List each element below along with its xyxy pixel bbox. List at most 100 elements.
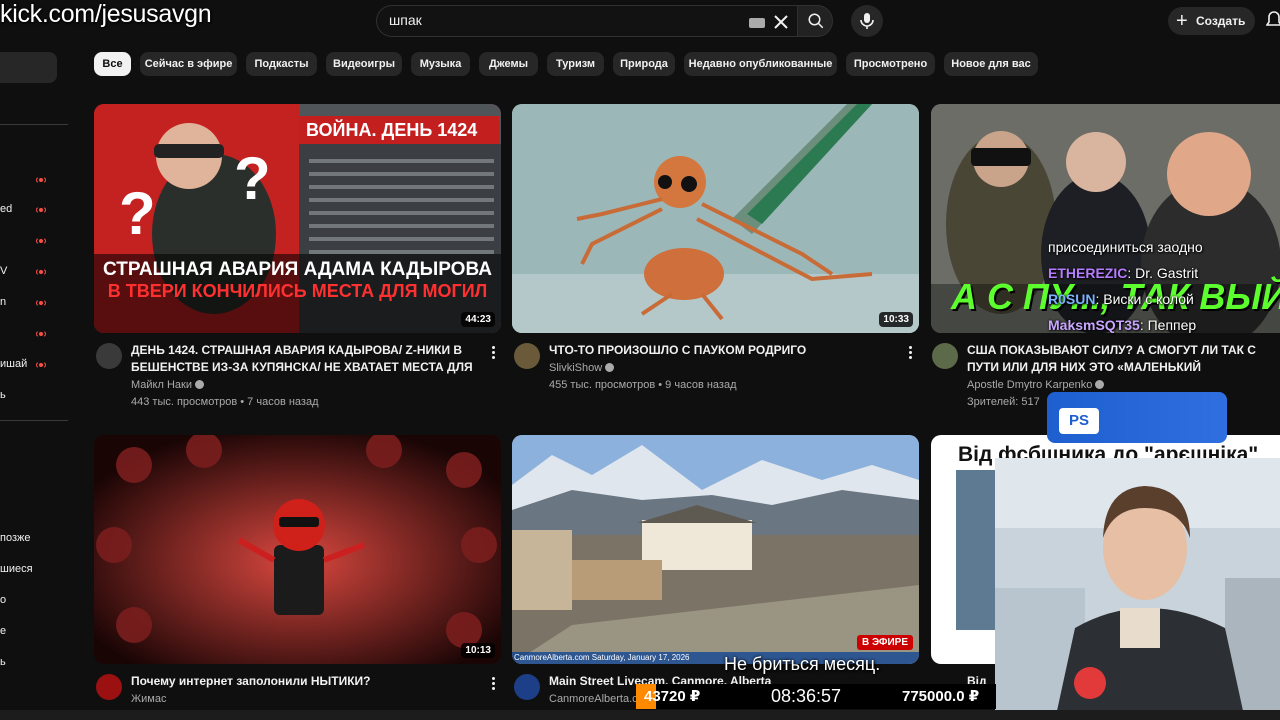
live-indicator-icon <box>36 237 46 245</box>
donation-amount-right: 775000.0 ₽ <box>902 688 980 705</box>
thumbnail-image <box>94 435 501 664</box>
more-options-icon[interactable] <box>492 346 496 361</box>
live-indicator-icon <box>36 206 46 214</box>
live-indicator-icon <box>36 299 46 307</box>
chip-tourism[interactable]: Туризм <box>547 52 604 76</box>
channel-name[interactable]: SlivkiShow <box>549 360 615 377</box>
chip-nature[interactable]: Природа <box>613 52 675 76</box>
sidebar-item-liked[interactable]: шиеся <box>0 563 33 575</box>
sidebar-item-watch-later[interactable]: позже <box>0 532 30 544</box>
video-duration: 10:33 <box>879 312 913 327</box>
video-meta: 455 тыс. просмотров • 9 часов назад <box>549 379 737 391</box>
more-options-icon[interactable] <box>492 677 496 692</box>
chat-message: MaksmSQT35: Пеппер <box>1048 312 1280 338</box>
thumbnail-image <box>512 435 919 664</box>
stream-timer: 08:36:57 <box>771 686 842 706</box>
svg-text:?: ? <box>119 180 156 247</box>
video-meta: 443 тыс. просмотров • 7 часов назад <box>131 396 319 408</box>
keyboard-icon[interactable] <box>749 18 765 28</box>
playstation-badge: PS <box>1047 392 1227 443</box>
svg-text:?: ? <box>234 145 271 212</box>
video-thumbnail[interactable]: ? ? ВОЙНА. ДЕНЬ 1424 СТРАШНАЯ АВАРИЯ АДА… <box>94 104 501 333</box>
chip-watched[interactable]: Просмотрено <box>846 52 935 76</box>
more-options-icon[interactable] <box>909 346 913 361</box>
chip-jams[interactable]: Джемы <box>479 52 538 76</box>
chat-text: : Dr. Gastrit <box>1127 265 1199 281</box>
chat-username: ETHEREZIC <box>1048 265 1128 281</box>
video-title[interactable]: ДЕНЬ 1424. СТРАШНАЯ АВАРИЯ КАДЫРОВА/ Z-Н… <box>131 342 477 376</box>
webcam-image <box>995 458 1280 720</box>
create-label: Создать <box>1196 14 1246 28</box>
chat-username: MaksmSQT35 <box>1048 317 1140 333</box>
channel-name-text: SlivkiShow <box>549 362 603 374</box>
live-indicator-icon <box>36 268 46 276</box>
channel-avatar[interactable] <box>96 343 122 369</box>
stream-subtitle: Не бриться месяц. <box>724 654 881 674</box>
thumbnail-headline: В ТВЕРИ КОНЧИЛИСЬ МЕСТА ДЛЯ МОГИЛ <box>107 281 488 301</box>
sidebar-divider <box>0 124 68 125</box>
chip-new-for-you[interactable]: Новое для вас <box>944 52 1038 76</box>
chip-live-now[interactable]: Сейчас в эфире <box>140 52 237 76</box>
search-input[interactable] <box>389 12 729 28</box>
stream-chat: присоединиться заодно ETHEREZIC: Dr. Gas… <box>1048 234 1280 338</box>
sidebar-item[interactable]: ь <box>0 656 6 668</box>
create-button[interactable]: + Создать <box>1168 7 1255 35</box>
channel-name[interactable]: Жимас <box>131 691 166 708</box>
video-title[interactable]: ЧТО-ТО ПРОИЗОШЛО С ПАУКОМ РОДРИГО <box>549 342 895 359</box>
live-indicator-icon <box>36 361 46 369</box>
sidebar-subscription-item[interactable]: V <box>0 265 7 277</box>
microphone-icon <box>860 13 874 29</box>
sidebar-show-more[interactable]: ь <box>0 389 6 401</box>
sidebar-item[interactable]: о <box>0 594 6 606</box>
sidebar-subscription-item[interactable]: ed <box>0 203 12 215</box>
chat-text: присоединиться заодно <box>1048 239 1203 255</box>
search-icon <box>808 13 824 29</box>
sidebar-subscription-item[interactable]: ишай <box>0 358 27 370</box>
os-taskbar <box>0 710 1280 720</box>
voice-search-button[interactable] <box>851 5 883 37</box>
search-button[interactable] <box>797 5 833 37</box>
live-indicator-icon <box>36 176 46 184</box>
chip-video-games[interactable]: Видеоигры <box>326 52 402 76</box>
stream-watermark: kick.com/jesusavgn <box>0 0 212 28</box>
chip-podcasts[interactable]: Подкасты <box>246 52 317 76</box>
sidebar-item[interactable]: е <box>0 625 6 637</box>
verified-icon <box>194 380 204 389</box>
chip-recently-uploaded[interactable]: Недавно опубликованные <box>684 52 837 76</box>
search-box[interactable] <box>376 5 798 37</box>
streamer-webcam <box>995 458 1280 720</box>
channel-avatar[interactable] <box>932 343 958 369</box>
chip-music[interactable]: Музыка <box>411 52 470 76</box>
video-thumbnail[interactable]: 10:33 <box>512 104 919 333</box>
chat-username: R0SUN <box>1048 291 1096 307</box>
video-meta: Зрителей: 517 <box>967 396 1040 408</box>
chip-all[interactable]: Все <box>94 52 131 76</box>
channel-avatar[interactable] <box>96 674 122 700</box>
channel-avatar[interactable] <box>514 343 540 369</box>
donation-bar: 43720 ₽ 08:36:57 775000.0 ₽ <box>636 684 996 709</box>
live-badge: В ЭФИРЕ <box>856 635 913 650</box>
sidebar-subscription-item[interactable]: n <box>0 296 6 308</box>
video-duration: 10:13 <box>461 643 495 658</box>
notifications-bell-icon[interactable] <box>1266 11 1280 31</box>
ps-logo: PS <box>1059 408 1099 434</box>
thumbnail-headline: СТРАШНАЯ АВАРИЯ АДАМА КАДЫРОВА <box>103 259 492 280</box>
chat-message: присоединиться заодно <box>1048 234 1280 260</box>
chat-message: ETHEREZIC: Dr. Gastrit <box>1048 260 1280 286</box>
channel-name-text: Apostle Dmytro Karpenko <box>967 379 1093 391</box>
clear-search-icon[interactable] <box>769 10 793 34</box>
channel-name[interactable]: Майкл Наки <box>131 377 204 394</box>
chat-text: : Виски с колой <box>1095 291 1194 307</box>
video-thumbnail[interactable]: 10:13 <box>94 435 501 664</box>
video-thumbnail[interactable]: CanmoreAlberta.com Saturday, January 17,… <box>512 435 919 664</box>
video-title[interactable]: Почему интернет заполонили НЫТИКИ? <box>131 673 477 690</box>
donation-amount-left: 43720 ₽ <box>644 688 701 705</box>
channel-avatar[interactable] <box>514 674 540 700</box>
thumbnail-image <box>512 104 919 333</box>
sidebar-divider <box>0 420 68 421</box>
plus-icon: + <box>1176 10 1188 32</box>
channel-name[interactable]: CanmoreAlberta.c <box>549 691 638 708</box>
video-title[interactable]: США ПОКАЗЫВАЮТ СИЛУ? А СМОГУТ ЛИ ТАК С П… <box>967 342 1257 376</box>
chat-text: : Пеппер <box>1139 317 1197 333</box>
sidebar-item-home[interactable] <box>0 52 57 83</box>
